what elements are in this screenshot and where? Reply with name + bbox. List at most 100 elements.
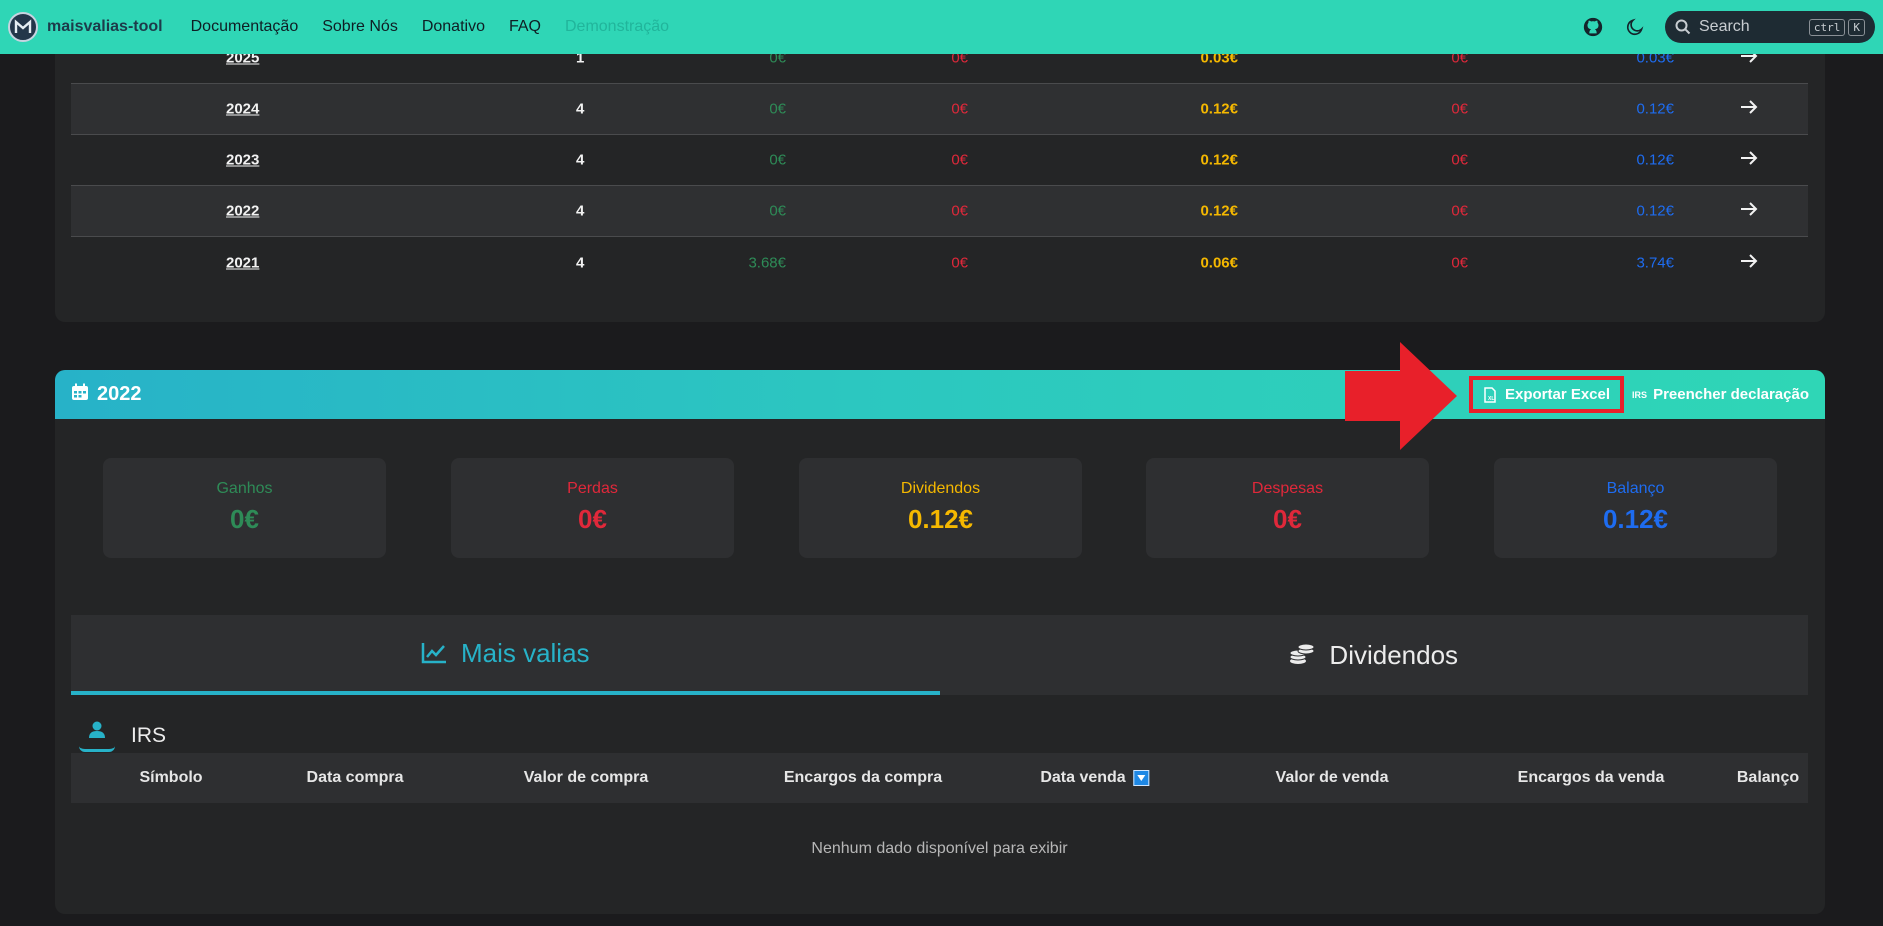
losses-value: 0€ [951,254,968,271]
search-button[interactable]: Search ctrl K [1665,11,1875,43]
gains-value: 3.68€ [748,254,786,271]
calendar-icon [71,383,89,406]
year-detail-header: 2022 XL Exportar Excel IRS Preencher dec… [55,370,1825,419]
sort-desc-icon[interactable] [1133,770,1150,786]
nav-link-faq[interactable]: FAQ [509,18,541,36]
column-header-simbolo[interactable]: Símbolo [139,769,202,787]
stat-card-despesas: Despesas 0€ [1146,458,1429,558]
stat-label: Ganhos [216,480,273,497]
search-label: Search [1699,18,1750,35]
year-row[interactable]: 2024 4 0€ 0€ 0.12€ 0€ 0.12€ [71,84,1808,135]
year-detail-card: 2022 XL Exportar Excel IRS Preencher dec… [55,370,1825,914]
detail-year-title: 2022 [97,383,142,405]
dividends-value: 0.12€ [1200,151,1238,169]
tab-mais-valias-label: Mais valias [460,637,590,668]
arrow-right-icon[interactable] [1740,201,1758,221]
column-header-data-compra[interactable]: Data compra [307,769,404,787]
stats-row: Ganhos 0€ Perdas 0€ Dividendos 0.12€ Des… [103,458,1777,558]
column-header-data-venda-label: Data venda [1040,769,1126,786]
annotation-arrow-icon [1345,342,1457,450]
transaction-count: 4 [576,151,585,169]
gains-value: 0€ [769,151,786,169]
years-summary-card: 2025 1 0€ 0€ 0.03€ 0€ 0.03€ 2024 4 0€ 0€… [55,20,1825,322]
balance-value: 0.12€ [1636,151,1674,169]
transaction-count: 4 [576,202,585,220]
arrow-right-icon[interactable] [1740,253,1758,273]
stat-card-balanco: Balanço 0.12€ [1494,458,1777,558]
stat-label: Dividendos [900,480,981,497]
transaction-count: 4 [576,254,585,271]
arrow-right-icon[interactable] [1740,150,1758,170]
stat-value: 0€ [230,504,259,534]
stat-card-dividendos: Dividendos 0.12€ [799,458,1082,558]
irs-icon: IRS [1632,389,1648,400]
stat-label: Despesas [1251,480,1324,497]
dark-mode-toggle-icon[interactable] [1623,15,1647,39]
brand-logo-icon[interactable] [8,12,38,42]
top-navbar: maisvalias-tool Documentação Sobre Nós D… [0,0,1883,54]
expenses-value: 0€ [1451,151,1468,169]
stat-value: 0.12€ [1602,504,1669,534]
balance-value: 0.12€ [1636,202,1674,220]
tab-dividendos-label: Dividendos [1329,639,1459,670]
stat-label: Balanço [1606,480,1665,497]
column-header-data-venda[interactable]: Data venda [1040,769,1150,787]
expenses-value: 0€ [1451,254,1468,271]
losses-value: 0€ [951,100,968,118]
losses-value: 0€ [951,202,968,220]
empty-table-message: Nenhum dado disponível para exibir [811,840,1068,857]
year-link[interactable]: 2022 [226,203,259,220]
dividends-value: 0.12€ [1200,100,1238,118]
stat-label: Perdas [567,480,618,497]
stat-card-perdas: Perdas 0€ [451,458,734,558]
losses-value: 0€ [951,151,968,169]
kbd-k: K [1848,18,1865,36]
github-icon[interactable] [1581,15,1605,39]
chart-line-icon [421,642,447,664]
detail-tabs: Mais valias Dividendos [71,615,1808,695]
year-row[interactable]: 2021 4 3.68€ 0€ 0.06€ 0€ 3.74€ [71,237,1808,288]
nav-link-demonstracao[interactable]: Demonstração [565,18,669,36]
fill-declaration-button[interactable]: IRS Preencher declaração [1632,386,1809,403]
column-header-valor-venda[interactable]: Valor de venda [1276,769,1389,787]
coins-icon [1289,642,1315,668]
stat-card-ganhos: Ganhos 0€ [103,458,386,558]
expenses-value: 0€ [1451,100,1468,118]
search-icon [1675,19,1691,35]
year-link[interactable]: 2021 [226,254,259,271]
year-link[interactable]: 2023 [226,152,259,169]
year-row[interactable]: 2023 4 0€ 0€ 0.12€ 0€ 0.12€ [71,135,1808,186]
stat-value: 0.12€ [907,504,974,534]
year-row[interactable]: 2022 4 0€ 0€ 0.12€ 0€ 0.12€ [71,186,1808,237]
expenses-value: 0€ [1451,202,1468,220]
excel-file-icon: XL [1484,386,1496,403]
irs-section-header: IRS [79,720,166,752]
nav-link-documentacao[interactable]: Documentação [191,18,299,36]
year-link[interactable]: 2024 [226,101,259,118]
transaction-count: 4 [576,100,585,118]
user-icon [79,720,115,752]
column-header-encargos-compra[interactable]: Encargos da compra [784,769,942,787]
arrow-right-icon[interactable] [1740,99,1758,119]
kbd-ctrl: ctrl [1808,18,1846,36]
nav-link-sobre-nos[interactable]: Sobre Nós [322,18,398,36]
column-header-balanco[interactable]: Balanço [1737,769,1799,787]
balance-value: 3.74€ [1636,254,1674,271]
irs-section-label: IRS [131,724,167,747]
dividends-value: 0.12€ [1200,202,1238,220]
gains-value: 0€ [769,202,786,220]
brand-name[interactable]: maisvalias-tool [47,18,163,36]
nav-link-donativo[interactable]: Donativo [422,18,485,36]
svg-text:XL: XL [1488,396,1494,402]
stat-value: 0€ [1273,504,1302,534]
export-excel-button[interactable]: XL Exportar Excel [1468,376,1625,413]
stat-value: 0€ [578,504,607,534]
tab-mais-valias[interactable]: Mais valias [71,615,940,695]
dividends-value: 0.06€ [1200,254,1238,271]
column-header-valor-compra[interactable]: Valor de compra [524,769,649,787]
column-header-encargos-venda[interactable]: Encargos da venda [1518,769,1665,787]
export-excel-label: Exportar Excel [1504,386,1611,403]
tab-dividendos[interactable]: Dividendos [940,615,1809,695]
fill-declaration-label: Preencher declaração [1653,386,1809,403]
balance-value: 0.12€ [1636,100,1674,118]
